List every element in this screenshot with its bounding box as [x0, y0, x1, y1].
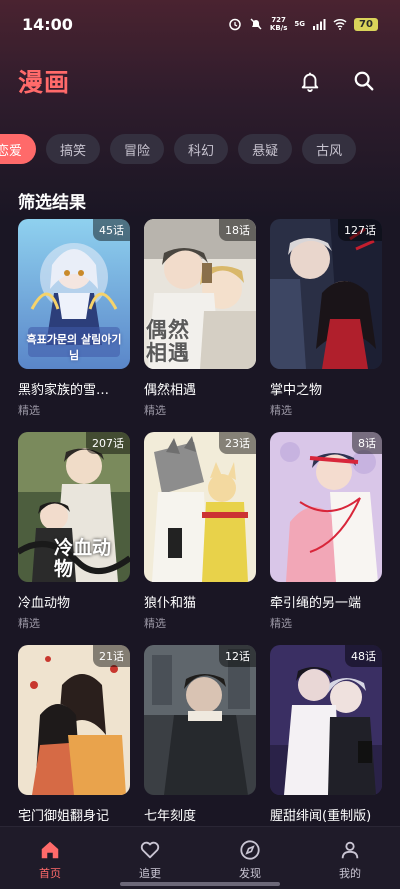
comic-title: 掌中之物 — [270, 383, 323, 398]
nav-label: 首页 — [39, 867, 61, 880]
comic-title: 牵引绳的另一端 — [270, 596, 362, 611]
comic-card[interactable]: 8话 牵引绳的另一端 精选 — [270, 432, 382, 645]
comic-card[interactable]: 127话 掌中之物 精选 — [270, 219, 382, 432]
app-header: 漫画 — [0, 58, 400, 104]
nav-label: 我的 — [339, 867, 361, 880]
nav-follow[interactable]: 追更 — [100, 827, 200, 889]
bottom-nav: 首页 追更 发现 我的 — [0, 826, 400, 889]
comic-tag: 精选 — [144, 617, 166, 630]
comic-cover[interactable]: 8话 — [270, 432, 382, 582]
chip-scifi[interactable]: 科幻 — [174, 134, 229, 164]
comic-card[interactable]: 23话 狼仆和猫 精选 — [144, 432, 256, 645]
comic-tag: 精选 — [270, 404, 292, 417]
user-icon — [339, 839, 361, 861]
page-title: 漫画 — [18, 68, 71, 97]
comic-title: 狼仆和猫 — [144, 596, 197, 611]
comic-tag: 精选 — [270, 617, 292, 630]
chip-comedy[interactable]: 搞笑 — [46, 134, 101, 164]
net-speed-unit: KB/s — [269, 24, 288, 32]
comic-card[interactable]: 흑표가문의 살림아기님 45话 黑豹家族的雪… 精选 — [18, 219, 130, 432]
chip-label: 古风 — [316, 143, 343, 159]
search-icon[interactable] — [352, 69, 376, 93]
bell-icon[interactable] — [298, 69, 322, 93]
nav-discover[interactable]: 发现 — [200, 827, 300, 889]
episode-badge: 8话 — [352, 432, 382, 454]
comic-tag: 精选 — [144, 404, 166, 417]
comic-tag: 精选 — [18, 617, 40, 630]
cover-art — [144, 645, 256, 795]
wifi-icon — [333, 17, 347, 31]
nav-home[interactable]: 首页 — [0, 827, 100, 889]
comic-title: 七年刻度 — [144, 809, 197, 824]
nav-label: 追更 — [139, 867, 161, 880]
comic-title: 腥甜绯闻(重制版) — [270, 809, 372, 824]
episode-badge: 21话 — [93, 645, 130, 667]
comic-card[interactable]: 冷血动物 207话 冷血动物 精选 — [18, 432, 130, 645]
chip-label: 悬疑 — [252, 143, 279, 159]
comic-cover[interactable]: 23话 — [144, 432, 256, 582]
cover-art — [18, 645, 130, 795]
comic-card[interactable]: 偶然相遇 18话 偶然相遇 精选 — [144, 219, 256, 432]
cover-art — [270, 219, 382, 369]
comic-cover[interactable]: 흑표가문의 살림아기님 45话 — [18, 219, 130, 369]
category-chips: 恋爱 搞笑 冒险 科幻 悬疑 古风 — [0, 134, 400, 166]
comic-cover[interactable]: 48话 — [270, 645, 382, 795]
compass-icon — [239, 839, 261, 861]
cover-title-text: 偶然相遇 — [146, 318, 190, 365]
episode-badge: 18话 — [219, 219, 256, 241]
home-indicator — [120, 882, 280, 886]
chip-label: 搞笑 — [60, 143, 87, 159]
comic-cover[interactable]: 冷血动物 207话 — [18, 432, 130, 582]
comic-cover[interactable]: 偶然相遇 18话 — [144, 219, 256, 369]
cover-title-text: 冷血动物 — [54, 537, 112, 580]
net-speed-value: 727 — [271, 16, 286, 24]
comic-title: 冷血动物 — [18, 596, 71, 611]
alarm-icon — [228, 17, 242, 31]
signal-icon — [312, 17, 326, 31]
episode-badge: 23话 — [219, 432, 256, 454]
episode-badge: 12话 — [219, 645, 256, 667]
cover-title-text: 흑표가문의 살림아기님 — [26, 333, 122, 362]
episode-badge: 45话 — [93, 219, 130, 241]
nav-label: 发现 — [239, 867, 261, 880]
episode-badge: 127话 — [338, 219, 382, 241]
chip-label: 冒险 — [124, 143, 151, 159]
cover-art — [144, 432, 256, 582]
chip-ancient[interactable]: 古风 — [302, 134, 357, 164]
section-title: 筛选结果 — [18, 193, 86, 213]
status-icons: 727 KB/s 5G 70 — [228, 16, 378, 32]
comic-grid: 흑표가문의 살림아기님 45话 黑豹家族的雪… 精选 偶然相遇 18话 偶然相遇… — [18, 219, 388, 858]
battery-indicator: 70 — [354, 17, 378, 31]
episode-badge: 207话 — [86, 432, 130, 454]
episode-badge: 48话 — [345, 645, 382, 667]
comic-cover[interactable]: 12话 — [144, 645, 256, 795]
comic-tag: 精选 — [18, 404, 40, 417]
net-speed: 727 KB/s — [270, 16, 287, 32]
chip-mystery[interactable]: 悬疑 — [238, 134, 293, 164]
heart-icon — [139, 839, 161, 861]
chip-label: 科幻 — [188, 143, 215, 159]
chip-romance[interactable]: 恋爱 — [0, 134, 37, 164]
comic-title: 偶然相遇 — [144, 383, 197, 398]
comic-title: 黑豹家族的雪… — [18, 383, 110, 398]
chip-label: 恋爱 — [0, 143, 23, 159]
cover-art — [270, 645, 382, 795]
comic-title: 宅门御姐翻身记 — [18, 809, 110, 824]
mute-icon — [249, 17, 263, 31]
network-type: 5G — [294, 20, 305, 28]
nav-profile[interactable]: 我的 — [300, 827, 400, 889]
status-time: 14:00 — [22, 14, 73, 34]
status-bar: 14:00 727 KB/s 5G 70 — [0, 0, 400, 48]
cover-art — [270, 432, 382, 582]
chip-adventure[interactable]: 冒险 — [110, 134, 165, 164]
comic-cover[interactable]: 127话 — [270, 219, 382, 369]
comic-cover[interactable]: 21话 — [18, 645, 130, 795]
home-icon — [39, 839, 61, 861]
